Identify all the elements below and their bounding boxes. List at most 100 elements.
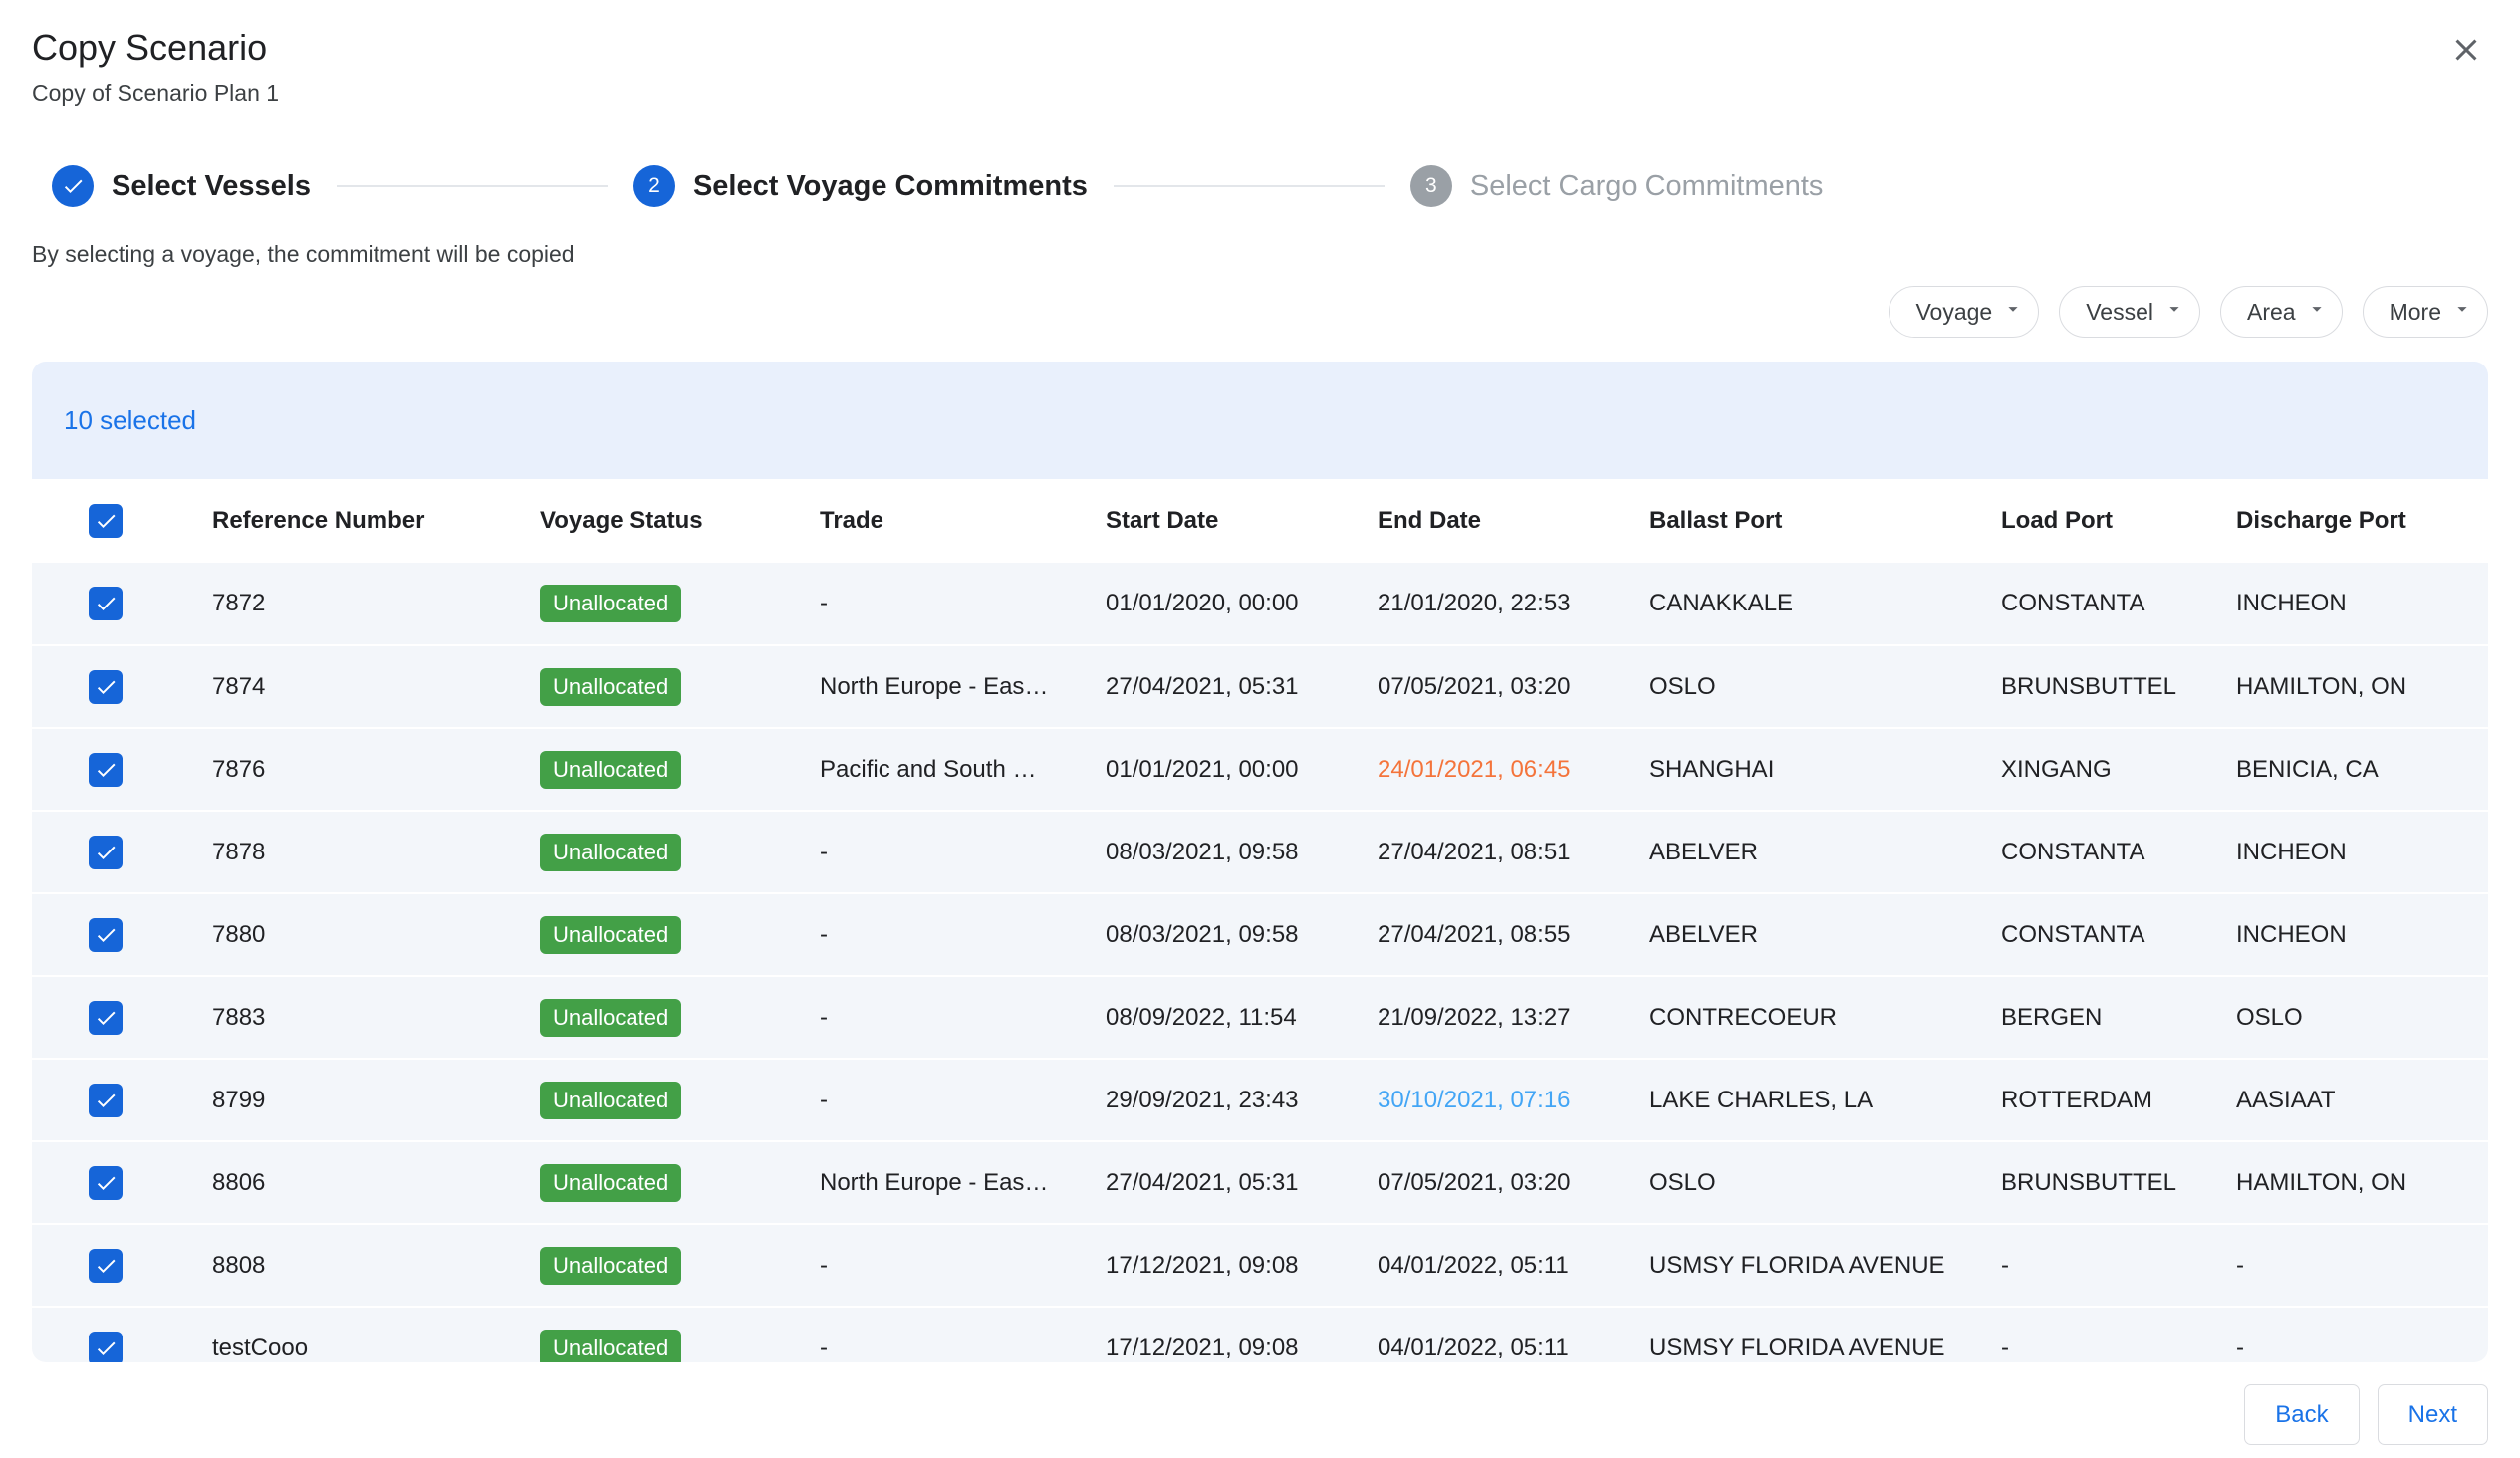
load-port-cell: BRUNSBUTTEL bbox=[2001, 1141, 2236, 1224]
row-checkbox-cell bbox=[32, 1307, 212, 1362]
ballast-port-cell: CANAKKALE bbox=[1649, 563, 2001, 645]
table-row[interactable]: 8799Unallocated-29/09/2021, 23:4330/10/2… bbox=[32, 1059, 2488, 1141]
stepper-connector bbox=[337, 185, 608, 187]
step-select-voyage-commitments[interactable]: 2 Select Voyage Commitments bbox=[633, 165, 1088, 207]
column-header-voyage-status: Voyage Status bbox=[540, 479, 820, 563]
start-date-cell: 08/09/2022, 11:54 bbox=[1106, 976, 1378, 1059]
table-row[interactable]: testCoooUnallocated-17/12/2021, 09:0804/… bbox=[32, 1307, 2488, 1362]
voyage-status-cell: Unallocated bbox=[540, 645, 820, 728]
select-all-checkbox[interactable] bbox=[89, 504, 123, 538]
back-button[interactable]: Back bbox=[2244, 1384, 2359, 1445]
step-label-select-cargo-commitments: Select Cargo Commitments bbox=[1470, 170, 1824, 203]
row-checkbox[interactable] bbox=[89, 836, 123, 869]
reference-number-cell: 8808 bbox=[212, 1224, 540, 1307]
row-checkbox-cell bbox=[32, 728, 212, 811]
trade-cell: North Europe - Eas… bbox=[820, 1141, 1106, 1224]
discharge-port-cell: HAMILTON, ON bbox=[2236, 645, 2488, 728]
table-row[interactable]: 7883Unallocated-08/09/2022, 11:5421/09/2… bbox=[32, 976, 2488, 1059]
table-row[interactable]: 7878Unallocated-08/03/2021, 09:5827/04/2… bbox=[32, 811, 2488, 893]
table-body: 7872Unallocated-01/01/2020, 00:0021/01/2… bbox=[32, 563, 2488, 1362]
filter-more-button[interactable]: More bbox=[2363, 286, 2488, 338]
status-badge: Unallocated bbox=[540, 668, 681, 706]
row-checkbox[interactable] bbox=[89, 753, 123, 787]
start-date-cell: 17/12/2021, 09:08 bbox=[1106, 1224, 1378, 1307]
row-checkbox[interactable] bbox=[89, 1249, 123, 1283]
trade-cell: - bbox=[820, 1059, 1106, 1141]
discharge-port-cell: BENICIA, CA bbox=[2236, 728, 2488, 811]
load-port-cell: CONSTANTA bbox=[2001, 563, 2236, 645]
trade-cell: - bbox=[820, 893, 1106, 976]
load-port-cell: - bbox=[2001, 1224, 2236, 1307]
end-date-cell: 27/04/2021, 08:55 bbox=[1378, 893, 1649, 976]
table-row[interactable]: 7876UnallocatedPacific and South …01/01/… bbox=[32, 728, 2488, 811]
column-header-reference-number: Reference Number bbox=[212, 479, 540, 563]
column-header-end-date: End Date bbox=[1378, 479, 1649, 563]
row-checkbox[interactable] bbox=[89, 1084, 123, 1117]
start-date-cell: 01/01/2020, 00:00 bbox=[1106, 563, 1378, 645]
filter-voyage-button[interactable]: Voyage bbox=[1889, 286, 2039, 338]
chevron-down-icon bbox=[2451, 298, 2473, 326]
close-icon bbox=[2448, 56, 2484, 71]
discharge-port-cell: AASIAAT bbox=[2236, 1059, 2488, 1141]
step-select-cargo-commitments[interactable]: 3 Select Cargo Commitments bbox=[1410, 165, 1824, 207]
start-date-cell: 08/03/2021, 09:58 bbox=[1106, 811, 1378, 893]
filter-row: Voyage Vessel Area More bbox=[32, 286, 2488, 338]
discharge-port-cell: OSLO bbox=[2236, 976, 2488, 1059]
load-port-cell: CONSTANTA bbox=[2001, 893, 2236, 976]
title-block: Copy Scenario Copy of Scenario Plan 1 bbox=[32, 26, 279, 108]
row-checkbox[interactable] bbox=[89, 587, 123, 620]
filter-vessel-button[interactable]: Vessel bbox=[2059, 286, 2200, 338]
step-select-vessels[interactable]: Select Vessels bbox=[52, 165, 311, 207]
column-header-trade: Trade bbox=[820, 479, 1106, 563]
trade-cell: North Europe - Eas… bbox=[820, 645, 1106, 728]
table-row[interactable]: 8806UnallocatedNorth Europe - Eas…27/04/… bbox=[32, 1141, 2488, 1224]
voyage-status-cell: Unallocated bbox=[540, 563, 820, 645]
next-button[interactable]: Next bbox=[2378, 1384, 2488, 1445]
reference-number-cell: testCooo bbox=[212, 1307, 540, 1362]
load-port-cell: BRUNSBUTTEL bbox=[2001, 645, 2236, 728]
voyage-commitments-table-card: 10 selected Reference Number Voyage Stat… bbox=[32, 362, 2488, 1362]
selection-summary-bar: 10 selected bbox=[32, 362, 2488, 479]
load-port-cell: ROTTERDAM bbox=[2001, 1059, 2236, 1141]
status-badge: Unallocated bbox=[540, 1330, 681, 1363]
table-row[interactable]: 7874UnallocatedNorth Europe - Eas…27/04/… bbox=[32, 645, 2488, 728]
row-checkbox[interactable] bbox=[89, 1332, 123, 1363]
column-header-start-date: Start Date bbox=[1106, 479, 1378, 563]
table-row[interactable]: 7872Unallocated-01/01/2020, 00:0021/01/2… bbox=[32, 563, 2488, 645]
filter-voyage-label: Voyage bbox=[1915, 299, 1992, 326]
end-date-cell: 07/05/2021, 03:20 bbox=[1378, 645, 1649, 728]
stepper-connector bbox=[1114, 185, 1385, 187]
ballast-port-cell: LAKE CHARLES, LA bbox=[1649, 1059, 2001, 1141]
discharge-port-cell: INCHEON bbox=[2236, 893, 2488, 976]
step-number-3: 3 bbox=[1410, 165, 1452, 207]
voyage-status-cell: Unallocated bbox=[540, 1059, 820, 1141]
voyage-status-cell: Unallocated bbox=[540, 1307, 820, 1362]
row-checkbox-cell bbox=[32, 563, 212, 645]
ballast-port-cell: SHANGHAI bbox=[1649, 728, 2001, 811]
row-checkbox[interactable] bbox=[89, 918, 123, 952]
status-badge: Unallocated bbox=[540, 1247, 681, 1285]
reference-number-cell: 7883 bbox=[212, 976, 540, 1059]
page-title: Copy Scenario bbox=[32, 26, 279, 70]
ballast-port-cell: OSLO bbox=[1649, 645, 2001, 728]
filter-vessel-label: Vessel bbox=[2086, 299, 2153, 326]
table-row[interactable]: 7880Unallocated-08/03/2021, 09:5827/04/2… bbox=[32, 893, 2488, 976]
discharge-port-cell: - bbox=[2236, 1307, 2488, 1362]
end-date-cell: 30/10/2021, 07:16 bbox=[1378, 1059, 1649, 1141]
row-checkbox[interactable] bbox=[89, 670, 123, 704]
row-checkbox[interactable] bbox=[89, 1001, 123, 1035]
ballast-port-cell: ABELVER bbox=[1649, 811, 2001, 893]
table-row[interactable]: 8808Unallocated-17/12/2021, 09:0804/01/2… bbox=[32, 1224, 2488, 1307]
ballast-port-cell: USMSY FLORIDA AVENUE bbox=[1649, 1307, 2001, 1362]
step-label-select-voyage-commitments: Select Voyage Commitments bbox=[693, 170, 1088, 203]
row-checkbox-cell bbox=[32, 893, 212, 976]
row-checkbox-cell bbox=[32, 1224, 212, 1307]
close-button[interactable] bbox=[2444, 28, 2488, 75]
trade-cell: - bbox=[820, 976, 1106, 1059]
trade-cell: - bbox=[820, 811, 1106, 893]
row-checkbox[interactable] bbox=[89, 1166, 123, 1200]
start-date-cell: 27/04/2021, 05:31 bbox=[1106, 1141, 1378, 1224]
load-port-cell: - bbox=[2001, 1307, 2236, 1362]
trade-cell: - bbox=[820, 563, 1106, 645]
filter-area-button[interactable]: Area bbox=[2220, 286, 2343, 338]
